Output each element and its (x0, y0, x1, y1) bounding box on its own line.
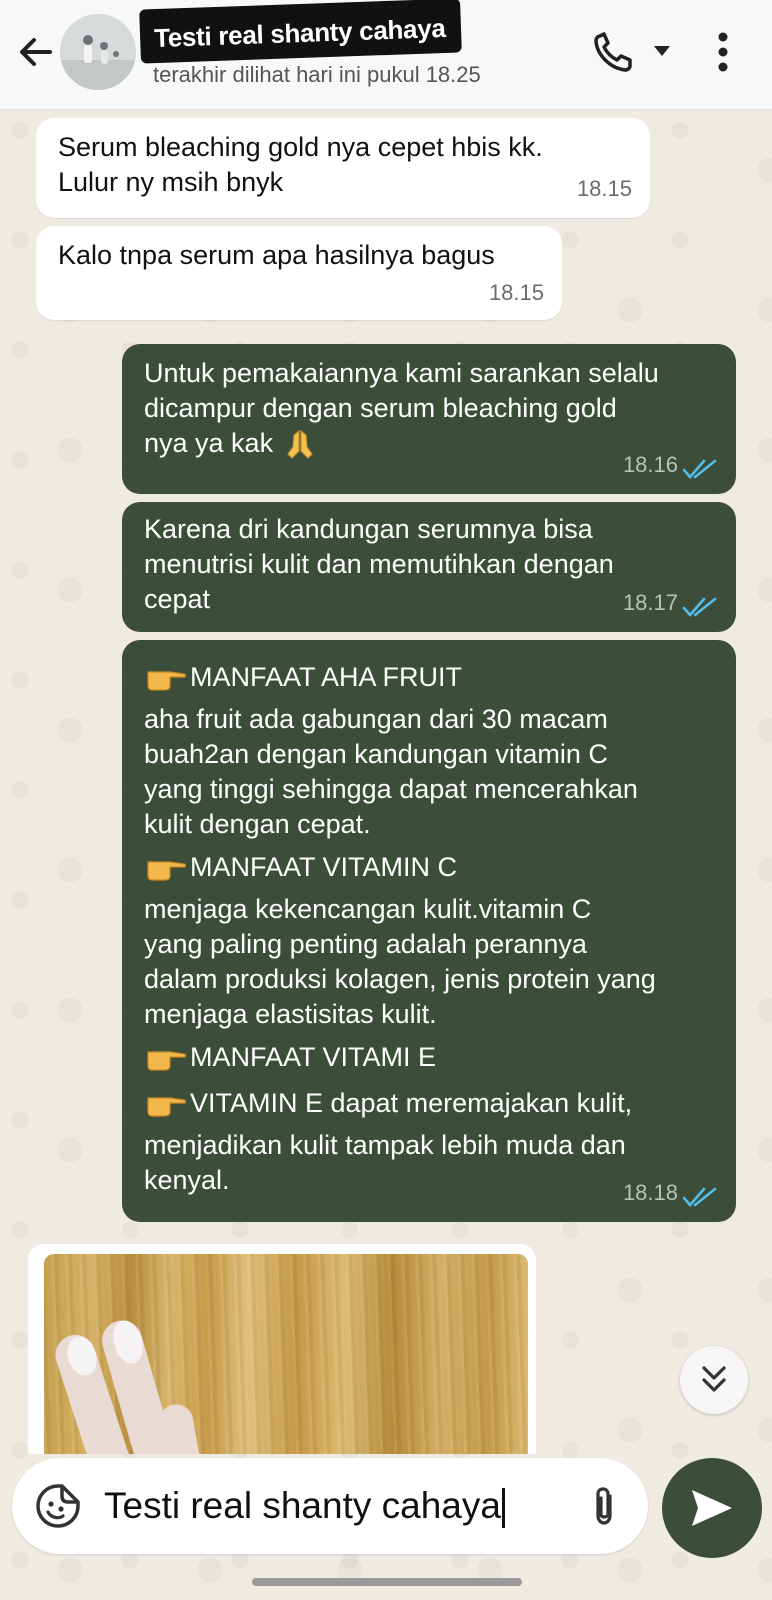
more-vert-icon[interactable] (708, 30, 738, 74)
pointing-hand-emoji (147, 1097, 187, 1117)
outgoing-message[interactable]: MANFAAT AHA FRUIT aha fruit ada gabungan… (122, 640, 736, 1222)
paperclip-icon[interactable] (586, 1484, 622, 1528)
sticker-icon[interactable] (34, 1482, 82, 1530)
message-input[interactable]: Testi real shanty cahaya (104, 1482, 554, 1530)
outgoing-message[interactable]: Untuk pemakaiannya kami sarankan selalu … (122, 344, 736, 494)
message-time: 18.15 (488, 280, 544, 305)
scroll-to-bottom-button[interactable] (680, 1346, 748, 1414)
message-time: 18.17 (622, 590, 678, 615)
pointing-hand-emoji (147, 671, 187, 691)
last-seen-status: terakhir dilihat hari ini pukul 18.25 (153, 62, 481, 87)
message-time: 18.18 (622, 1180, 678, 1205)
read-ticks-icon (682, 1187, 717, 1207)
read-ticks-icon (682, 459, 717, 479)
pointing-hand-emoji (147, 1051, 187, 1071)
section-heading: MANFAAT AHA FRUIT (190, 661, 463, 692)
send-icon (692, 1490, 732, 1526)
double-chevron-down-icon (702, 1366, 726, 1392)
section-text: menjaga kekencangan kulit.vitamin C yang… (144, 894, 656, 1029)
section-text: aha fruit ada gabungan dari 30 macam bua… (144, 704, 638, 839)
dropdown-icon[interactable] (652, 44, 672, 58)
phone-icon[interactable] (590, 28, 638, 76)
home-indicator[interactable] (252, 1578, 522, 1586)
message-time: 18.16 (622, 452, 678, 477)
message-text: Kalo tnpa serum apa hasilnya bagus (58, 240, 495, 270)
praying-hands-emoji (287, 429, 313, 459)
message-time: 18.15 (576, 176, 632, 201)
incoming-message[interactable]: Kalo tnpa serum apa hasilnya bagus 18.15 (36, 226, 562, 320)
message-composer: Testi real shanty cahaya (12, 1458, 648, 1554)
pointing-hand-emoji (147, 861, 187, 881)
message-photo[interactable] (44, 1254, 528, 1454)
message-text-line: nya ya kak (144, 428, 274, 458)
incoming-message[interactable]: Serum bleaching gold nya cepet hbis kk. … (36, 118, 650, 218)
read-ticks-icon (682, 597, 717, 617)
contact-name: Testi real shanty cahaya (153, 12, 446, 54)
avatar[interactable] (60, 14, 136, 90)
section-heading: VITAMIN E dapat meremajakan kulit, (190, 1087, 633, 1118)
back-arrow-icon[interactable] (14, 30, 58, 74)
contact-name-label[interactable]: Testi real shanty cahaya (139, 0, 463, 64)
message-text-line: Untuk pemakaiannya kami sarankan selalu (144, 358, 659, 388)
message-text-line: dicampur dengan serum bleaching gold (144, 393, 617, 423)
outgoing-message[interactable]: Karena dri kandungan serumnya bisa menut… (122, 502, 736, 632)
send-button[interactable] (662, 1458, 762, 1558)
chat-header: Testi real shanty cahaya terakhir diliha… (0, 0, 772, 110)
incoming-image-message[interactable] (28, 1244, 536, 1454)
message-text: Serum bleaching gold nya cepet hbis kk. … (58, 132, 543, 197)
text-caret (501, 1488, 505, 1529)
message-input-value: Testi real shanty cahaya (104, 1485, 501, 1526)
section-heading: MANFAAT VITAMIN C (190, 851, 458, 882)
section-heading: MANFAAT VITAMI E (190, 1041, 437, 1072)
